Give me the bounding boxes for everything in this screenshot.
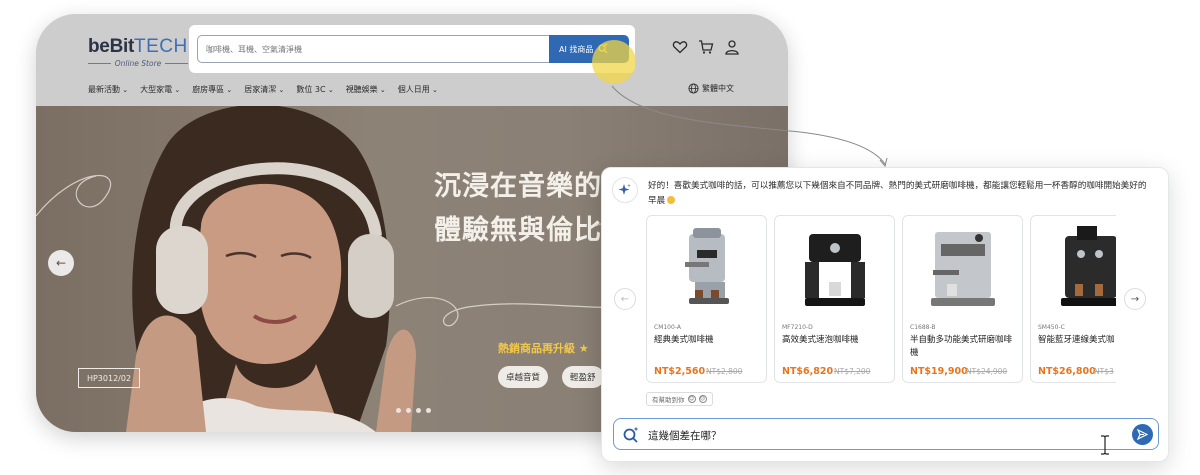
product-card[interactable]: CM100-A 經典美式咖啡機 NT$2,560 NT$2,800 [646,215,767,383]
arrow-left-icon: ← [620,293,630,305]
slide-dot[interactable] [396,408,401,413]
product-sku: C1688-B [910,324,936,331]
hero-feature-pill[interactable]: 輕盈舒 [562,366,604,388]
thumbs-up-icon[interactable]: ☺ [687,395,696,403]
feedback-prompt: 有幫助到你 ☺ ☹ [646,392,713,406]
category-nav: 最新活動 大型家電 廚房專區 居家清潔 數位 3C 視聽娛樂 個人日用 [88,84,438,95]
model-number-tag: HP3012/02 [78,368,140,388]
assistant-message-text: 好的！喜歡美式咖啡的話，可以推薦您以下幾個來自不同品牌、熱門的美式研磨咖啡機，都… [648,181,1147,206]
ai-search-label: AI 找商品 [559,44,594,54]
product-card[interactable]: SM450-C 智能藍牙連線美式咖 NT$26,800 NT$3 [1030,215,1116,383]
product-price: NT$19,900 [910,366,968,377]
hero-feature-pill[interactable]: 卓越音質 [498,366,549,388]
coffee-machine-image [685,228,729,304]
logo-tech-text: TECH [134,36,188,57]
product-price: NT$2,560 [654,366,706,377]
search-input[interactable] [198,36,549,62]
product-sku: SM450-C [1038,324,1065,331]
thumbs-down-icon[interactable]: ☹ [698,395,707,403]
hero-promo-label: 熱銷商品再升級 [498,342,575,355]
header-actions [672,39,740,55]
nav-item-latest[interactable]: 最新活動 [88,84,128,95]
hero-promo-text: 熱銷商品再升級 ★ [498,340,589,356]
product-sku: MF7210-D [782,324,813,331]
smile-emoji-icon [667,196,676,204]
hero-title-line1: 沉浸在音樂的 [434,171,602,202]
feedback-label: 有幫助到你 [652,396,685,404]
coffee-machine-image [1061,226,1116,306]
ai-search-icon [623,426,639,443]
hero-prev-button[interactable]: ← [48,250,74,276]
nav-item-cleaning[interactable]: 居家清潔 [244,84,284,95]
product-card[interactable]: C1688-B 半自動多功能美式研磨咖啡機 NT$19,900 NT$24,90… [902,215,1023,383]
arrow-left-icon: ← [55,256,67,270]
coffee-machine-image [931,232,995,306]
heart-icon[interactable] [672,39,688,55]
product-sku: CM100-A [654,324,681,331]
product-name: 經典美式咖啡機 [654,335,714,345]
connector-arrow [611,85,888,168]
nav-item-entertainment[interactable]: 視聽娛樂 [346,84,386,95]
slide-indicators [396,408,431,413]
product-name: 高效美式速泡咖啡機 [782,335,859,345]
chat-composer[interactable] [613,418,1159,450]
product-price: NT$6,820 [782,366,834,377]
product-old-price: NT$24,900 [966,367,1008,376]
product-price: NT$26,800 [1038,366,1096,377]
nav-item-digital[interactable]: 數位 3C [296,84,333,95]
product-old-price: NT$2,800 [706,367,743,376]
logo-main-text: beBit [88,36,135,57]
send-icon [1137,429,1148,440]
slide-dot[interactable] [426,408,431,413]
cart-icon[interactable] [698,39,714,55]
headphones-model-image [126,106,416,432]
search-bar: AI 找商品 [189,25,635,73]
search-field[interactable] [197,35,549,63]
logo-wordmark: beBitTECH [88,36,188,58]
send-button[interactable] [1132,424,1153,445]
nav-item-appliances[interactable]: 大型家電 [140,84,180,95]
assistant-message: 好的！喜歡美式咖啡的話，可以推薦您以下幾個來自不同品牌、熱門的美式研磨咖啡機，都… [648,179,1148,209]
arrow-right-icon: → [1130,293,1140,305]
chat-input[interactable] [648,426,1098,444]
hero-title-line2: 體驗無與倫比 [434,215,602,246]
ai-assistant-avatar [612,177,638,203]
sparkle-icon [618,183,631,195]
slide-dot[interactable] [406,408,411,413]
user-icon[interactable] [724,39,740,55]
nav-item-kitchen[interactable]: 廚房專區 [192,84,232,95]
product-carousel: CM100-A 經典美式咖啡機 NT$2,560 NT$2,800 MF7210… [646,215,1116,385]
text-cursor-icon [1101,435,1109,455]
product-old-price: NT$3 [1094,367,1114,376]
carousel-next-button[interactable]: → [1124,288,1146,310]
product-name: 半自動多功能美式研磨咖啡機 [910,335,1013,358]
coffee-machine-image [805,234,865,306]
nav-item-personal[interactable]: 個人日用 [398,84,438,95]
logo-tagline: Online Store [88,59,189,68]
product-old-price: NT$7,200 [834,367,871,376]
product-name: 智能藍牙連線美式咖 [1038,335,1115,345]
star-icon: ★ [575,342,589,355]
carousel-prev-button[interactable]: ← [614,288,636,310]
product-card[interactable]: MF7210-D 高效美式速泡咖啡機 NT$6,820 NT$7,200 [774,215,895,383]
slide-dot[interactable] [416,408,421,413]
brand-logo[interactable]: beBitTECH Online Store [88,36,189,68]
logo-tagline-text: Online Store [114,59,162,68]
screenshot-stage: beBitTECH Online Store AI 找商品 [0,0,1200,475]
ai-chat-panel: 好的！喜歡美式咖啡的話，可以推薦您以下幾個來自不同品牌、熱門的美式研磨咖啡機，都… [601,167,1169,462]
